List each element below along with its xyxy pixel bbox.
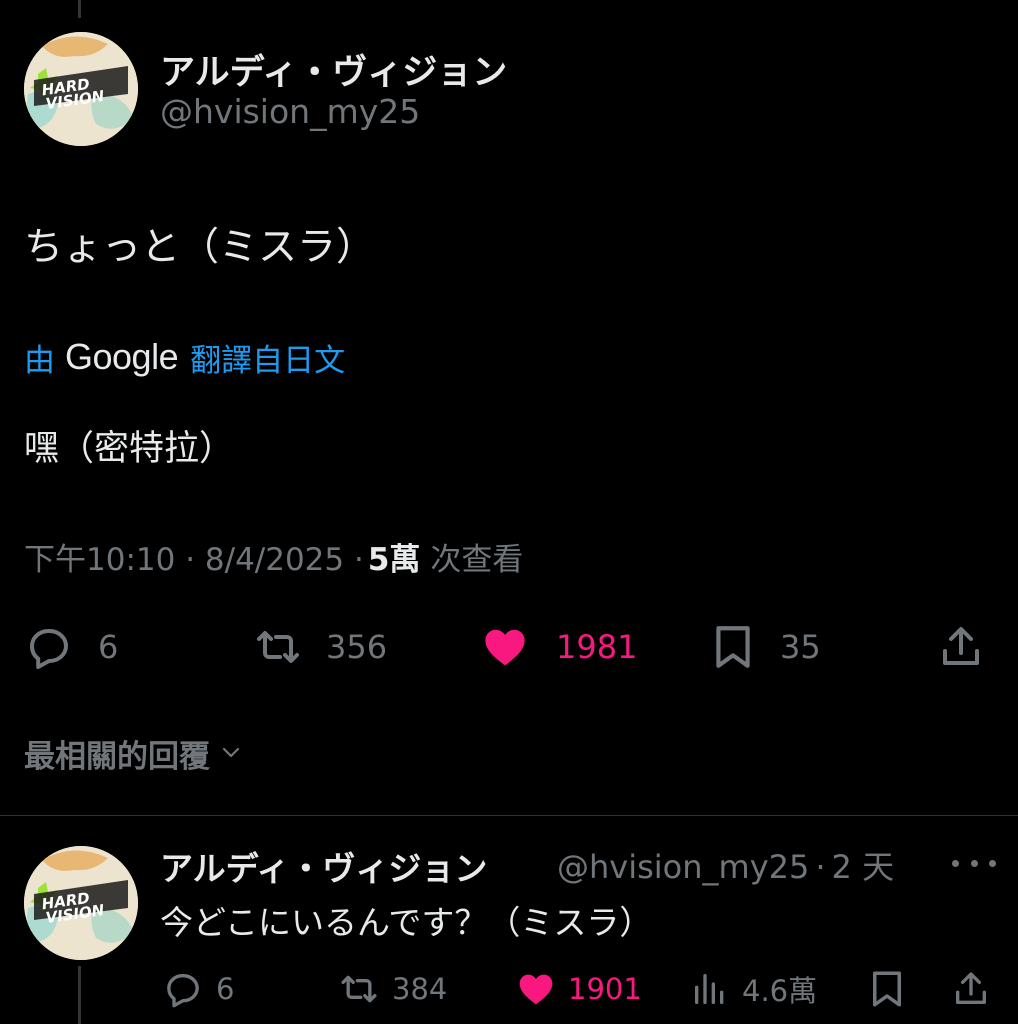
share-button[interactable] (936, 622, 986, 672)
repost-button[interactable]: 356 (250, 622, 387, 672)
reply-bookmark-button[interactable] (866, 968, 908, 1010)
avatar[interactable]: HARD VISION (24, 32, 138, 146)
reply-repost-button[interactable]: 384 (336, 968, 447, 1010)
reply-separator: · (815, 848, 826, 886)
replies-sort-label: 最相關的回覆 (24, 738, 210, 775)
bookmark-icon (873, 971, 901, 1007)
replies-sort-dropdown[interactable]: 最相關的回覆 (24, 730, 246, 776)
bookmark-icon (716, 626, 750, 668)
reply-count: 6 (98, 628, 119, 666)
reply-repost-count: 384 (392, 972, 448, 1006)
reply-views-button[interactable]: 4.6萬 (690, 968, 817, 1010)
thread-line-reply (78, 966, 81, 1024)
repost-icon (341, 975, 377, 1003)
avatar-logo-image: HARD VISION (24, 846, 138, 960)
reply-handle: @hvision_my25 (557, 848, 810, 886)
avatar-logo-image: HARD VISION (24, 32, 138, 146)
translation-prefix: 由 (24, 342, 55, 379)
like-button[interactable]: 1981 (478, 622, 637, 672)
analytics-icon (695, 974, 724, 1004)
heart-icon (485, 629, 525, 666)
reply-share-button[interactable] (950, 968, 992, 1010)
reply-like-count: 1901 (568, 972, 642, 1006)
reply-text: 今どこにいるんです？（ミスラ） (160, 903, 653, 942)
author-display-name[interactable]: アルディ・ヴィジョン (160, 44, 507, 95)
post-text: ちょっと（ミスラ） (24, 225, 376, 270)
reply-like-button[interactable]: 1901 (514, 968, 642, 1010)
post-timestamp[interactable]: 下午10:10 · 8/4/2025 · (24, 534, 364, 579)
reply-reply-button[interactable]: 6 (162, 968, 234, 1010)
thread-line-top (78, 0, 81, 18)
repost-icon (257, 631, 299, 663)
reply-avatar[interactable]: HARD VISION (24, 846, 138, 960)
translation-source-language: 翻譯自日文 (190, 342, 346, 379)
bookmark-count: 35 (780, 628, 821, 666)
translated-text: 嘿（密特拉） (24, 429, 235, 469)
reply-views-count: 4.6萬 (742, 974, 818, 1008)
more-options-button[interactable] (952, 848, 996, 878)
more-dot-icon (970, 859, 978, 867)
repost-count: 356 (326, 628, 388, 666)
views-count: 5萬 (367, 541, 421, 578)
share-icon (956, 972, 986, 1004)
bookmark-button[interactable]: 35 (708, 622, 821, 672)
chevron-down-icon (222, 747, 240, 758)
post-meta: 下午10:10 · 8/4/2025 · 5萬 次查看 (24, 534, 523, 578)
reply-author-display-name[interactable]: アルディ・ヴィジョン (160, 842, 487, 890)
reply-time[interactable]: 2 天 (832, 848, 895, 886)
author-handle[interactable]: @hvision_my25 (160, 92, 420, 131)
translation-attribution[interactable]: 由 Google 翻譯自日文 (24, 334, 345, 380)
like-count: 1981 (556, 628, 638, 666)
reply-reply-count: 6 (216, 972, 235, 1006)
reply-author-handle[interactable]: @hvision_my25 · 2 天 (557, 842, 894, 888)
reply-icon (30, 629, 68, 669)
views-label: 次查看 (430, 541, 524, 578)
share-icon (943, 627, 979, 665)
more-dot-icon (952, 859, 959, 867)
reply-icon (167, 974, 199, 1008)
divider (0, 815, 1018, 816)
google-logo: Google (65, 336, 179, 377)
reply-button[interactable]: 6 (24, 622, 118, 672)
more-dot-icon (989, 859, 996, 867)
heart-icon (519, 974, 553, 1005)
